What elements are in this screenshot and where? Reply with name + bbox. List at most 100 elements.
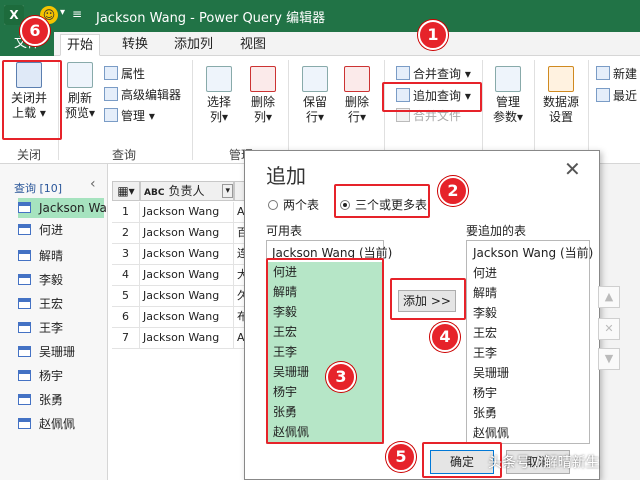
data-source-settings-button[interactable]: 数据源 设置 — [538, 66, 584, 125]
remove-rows-button[interactable]: 删除 行▾ — [338, 66, 376, 125]
table-icon — [18, 346, 31, 357]
row-number: 3 — [112, 244, 140, 265]
tab-view[interactable]: 视图 — [234, 34, 272, 56]
recent-sources-button[interactable]: 最近 — [596, 86, 637, 106]
query-item[interactable]: 赵佩佩 — [18, 414, 104, 434]
keep-rows-button[interactable]: 保留 行▾ — [296, 66, 334, 125]
title-bar: X ☺ ▾ ≡ Jackson Wang - Power Query 编辑器 — [0, 0, 640, 32]
window-title: Jackson Wang - Power Query 编辑器 — [96, 11, 326, 26]
cell[interactable]: Jackson Wang — [140, 265, 234, 286]
step-badge: 6 — [20, 16, 50, 46]
query-item[interactable]: 何进 — [18, 220, 104, 240]
choose-columns-label-1: 选择 — [206, 95, 231, 109]
tab-home[interactable]: 开始 — [60, 34, 101, 56]
manage-button[interactable]: 管理 ▾ — [104, 106, 155, 126]
table-menu-icon[interactable]: ▦▾ — [112, 181, 140, 201]
list-item[interactable]: 王李 — [468, 343, 497, 363]
group-query-label: 查询 — [111, 148, 136, 162]
cell[interactable]: Jackson Wang — [140, 202, 234, 223]
choose-columns-button[interactable]: 选择 列▾ — [200, 66, 238, 125]
table-icon — [18, 224, 31, 235]
row-number: 5 — [112, 286, 140, 307]
query-item[interactable]: Jackson Wang — [18, 198, 122, 218]
cell[interactable]: Jackson Wang — [140, 223, 234, 244]
keep-rows-label-1: 保留 — [302, 95, 327, 109]
manage-parameters-button[interactable]: 管理 参数▾ — [488, 66, 528, 125]
cell[interactable]: Jackson Wang — [140, 244, 234, 265]
step-badge: 3 — [326, 362, 356, 392]
query-item[interactable]: 解晴 — [18, 246, 104, 266]
column-header[interactable]: ABC 负责人 ▾ — [140, 181, 234, 201]
new-source-button[interactable]: 新建 — [596, 64, 637, 84]
tab-add-column[interactable]: 添加列 — [168, 34, 219, 56]
query-item-label: 王李 — [39, 321, 64, 335]
merge-queries-label: 合并查询 — [413, 67, 462, 81]
remove-columns-button[interactable]: 删除 列▾ — [244, 66, 282, 125]
column-header-label: 负责人 — [168, 184, 205, 198]
query-item[interactable]: 张勇 — [18, 390, 104, 410]
remove-icon[interactable]: ✕ — [598, 318, 620, 340]
choose-columns-icon — [206, 66, 232, 92]
list-item[interactable]: 张勇 — [468, 403, 497, 423]
remove-columns-label-2: 列▾ — [253, 110, 273, 124]
remove-rows-label-2: 行▾ — [347, 110, 367, 124]
step-badge: 1 — [418, 20, 448, 50]
list-item[interactable]: 解晴 — [468, 283, 497, 303]
tab-transform[interactable]: 转换 — [116, 34, 154, 56]
ribbon-separator — [588, 60, 589, 160]
row-number: 1 — [112, 202, 140, 223]
dropdown-arrow-icon[interactable]: ▾ — [60, 7, 65, 18]
group-close-label: 关闭 — [16, 148, 41, 162]
refresh-preview-button[interactable]: 刷新 预览▾ — [62, 62, 98, 121]
step-badge: 5 — [386, 442, 416, 472]
data-source-label-2: 设置 — [548, 110, 573, 124]
row-number: 6 — [112, 307, 140, 328]
ribbon-separator — [482, 60, 483, 160]
available-tables-label: 可用表 — [266, 224, 303, 238]
list-item[interactable]: Jackson Wang (当前) — [468, 243, 593, 263]
list-item[interactable]: 王宏 — [468, 323, 497, 343]
query-item-label: 解晴 — [39, 249, 64, 263]
cell[interactable]: Jackson Wang — [140, 307, 234, 328]
list-item[interactable]: 吴珊珊 — [468, 363, 509, 383]
customize-quick-access-icon[interactable]: ≡ — [72, 7, 82, 21]
close-icon[interactable]: ✕ — [564, 157, 581, 181]
refresh-icon — [67, 62, 93, 88]
query-item[interactable]: 李毅 — [18, 270, 104, 290]
filter-dropdown-icon[interactable]: ▾ — [222, 184, 233, 198]
row-number: 4 — [112, 265, 140, 286]
keep-rows-icon — [302, 66, 328, 92]
manage-icon — [104, 108, 118, 122]
query-item[interactable]: 王李 — [18, 318, 104, 338]
list-item[interactable]: 杨宇 — [468, 383, 497, 403]
advanced-editor-button[interactable]: 高级编辑器 — [104, 85, 181, 105]
query-item[interactable]: 王宏 — [18, 294, 104, 314]
cell[interactable]: Jackson Wang — [140, 328, 234, 349]
move-up-icon[interactable]: ▲ — [598, 286, 620, 308]
query-item-label: 李毅 — [39, 273, 64, 287]
queries-pane-header: 查询 [10] — [14, 182, 63, 195]
annotation-box — [382, 82, 482, 112]
properties-label: 属性 — [121, 67, 146, 81]
annotation-box — [334, 184, 430, 218]
watermark: 头条号 / 解晴新生 — [488, 455, 600, 471]
table-icon — [18, 298, 31, 309]
data-source-label-1: 数据源 — [542, 95, 579, 109]
dialog-title: 追加 — [266, 164, 306, 188]
list-item[interactable]: 何进 — [468, 263, 497, 283]
cell[interactable]: Jackson Wang — [140, 286, 234, 307]
new-source-icon — [596, 66, 610, 80]
query-item-label: 杨宇 — [39, 369, 64, 383]
move-down-icon[interactable]: ▼ — [598, 348, 620, 370]
refresh-label-2: 预览▾ — [64, 106, 96, 120]
table-icon — [18, 394, 31, 405]
list-item[interactable]: 赵佩佩 — [468, 423, 509, 443]
collapse-pane-icon[interactable]: ‹ — [90, 176, 96, 192]
merge-queries-button[interactable]: 合并查询 ▾ — [396, 64, 471, 84]
radio-two-tables[interactable]: 两个表 — [268, 196, 319, 213]
query-item[interactable]: 吴珊珊 — [18, 342, 104, 362]
properties-button[interactable]: 属性 — [104, 64, 145, 84]
advanced-editor-icon — [104, 87, 118, 101]
list-item[interactable]: 李毅 — [468, 303, 497, 323]
query-item[interactable]: 杨宇 — [18, 366, 104, 386]
